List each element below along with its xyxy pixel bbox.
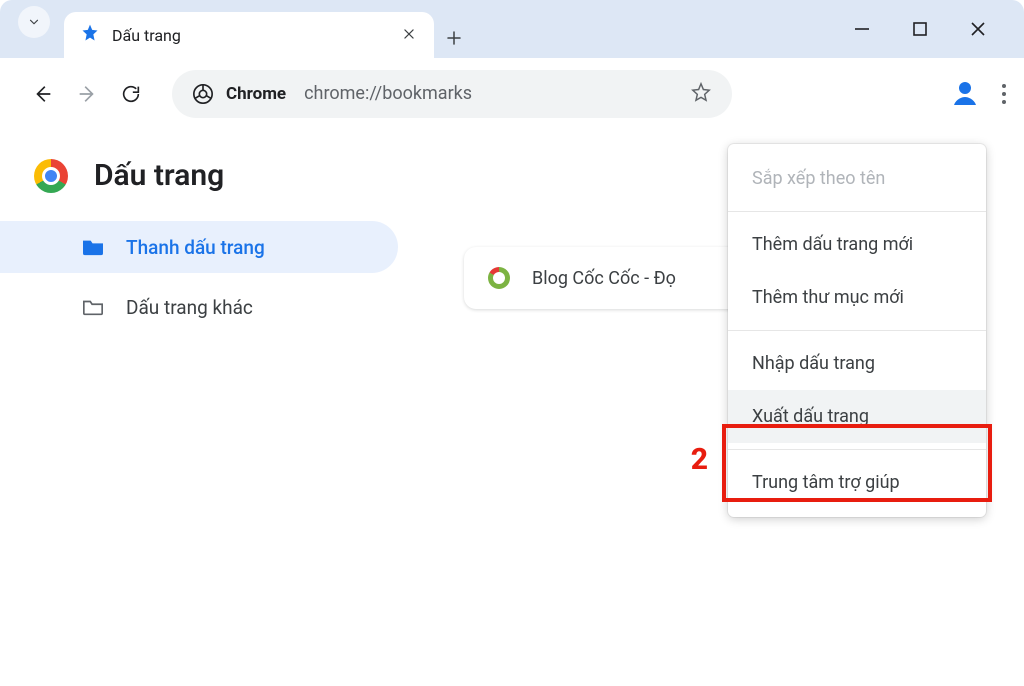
sidebar: Thanh dấu trang Dấu trang khác: [0, 217, 398, 333]
menu-import-bookmarks[interactable]: Nhập dấu trang: [728, 337, 986, 390]
chrome-menu-button[interactable]: [1002, 84, 1006, 104]
menu-help-center[interactable]: Trung tâm trợ giúp: [728, 456, 986, 509]
omnibox-source-label: Chrome: [226, 84, 286, 104]
back-button[interactable]: [26, 77, 60, 111]
menu-add-folder[interactable]: Thêm thư mục mới: [728, 271, 986, 324]
menu-divider: [728, 449, 986, 450]
arrow-left-icon: [32, 83, 54, 105]
avatar-icon: [950, 77, 980, 107]
new-tab-button[interactable]: [434, 18, 474, 58]
bookmark-star-icon: [80, 23, 100, 47]
sidebar-item-label: Thanh dấu trang: [126, 236, 265, 259]
coccoc-favicon-icon: [488, 267, 510, 289]
close-window-button[interactable]: [966, 17, 990, 41]
omnibox[interactable]: Chrome chrome://bookmarks: [172, 70, 732, 118]
menu-sort-by-name[interactable]: Sắp xếp theo tên: [728, 152, 986, 205]
menu-export-bookmarks[interactable]: Xuất dấu trang: [728, 390, 986, 443]
star-outline-icon: [690, 81, 712, 103]
close-icon: [970, 21, 986, 37]
minimize-icon: [853, 20, 871, 38]
sidebar-item-other-bookmarks[interactable]: Dấu trang khác: [0, 281, 398, 333]
browser-tab[interactable]: Dấu trang: [64, 12, 434, 58]
chrome-logo-icon: [34, 159, 68, 193]
maximize-button[interactable]: [908, 17, 932, 41]
bookmark-title: Blog Cốc Cốc - Đọ: [532, 268, 676, 289]
tab-title: Dấu trang: [112, 26, 181, 45]
minimize-button[interactable]: [850, 17, 874, 41]
chrome-mono-icon: [192, 83, 214, 105]
forward-button[interactable]: [70, 77, 104, 111]
window-controls: [850, 0, 1016, 58]
reload-button[interactable]: [114, 77, 148, 111]
titlebar: Dấu trang: [0, 0, 1024, 58]
arrow-right-icon: [76, 83, 98, 105]
menu-divider: [728, 330, 986, 331]
sidebar-item-bookmarks-bar[interactable]: Thanh dấu trang: [0, 221, 398, 273]
bookmark-page-button[interactable]: [690, 81, 712, 107]
omnibox-url: chrome://bookmarks: [304, 83, 472, 104]
tabs-dropdown-button[interactable]: [18, 6, 50, 38]
sidebar-item-label: Dấu trang khác: [126, 296, 253, 319]
tab-close-button[interactable]: [398, 25, 420, 46]
chevron-down-icon: [27, 15, 41, 29]
maximize-icon: [913, 22, 927, 36]
toolbar: Chrome chrome://bookmarks: [0, 58, 1024, 130]
page-title: Dấu trang: [94, 158, 224, 193]
context-menu: Sắp xếp theo tên Thêm dấu trang mới Thêm…: [728, 144, 986, 517]
reload-icon: [120, 83, 142, 105]
menu-add-bookmark[interactable]: Thêm dấu trang mới: [728, 218, 986, 271]
plus-icon: [445, 29, 463, 47]
page-content: Dấu trang Thanh dấu trang Dấu trang khác…: [0, 130, 1024, 686]
profile-button[interactable]: [950, 77, 980, 111]
annotation-number-2: 2: [691, 442, 708, 477]
menu-divider: [728, 211, 986, 212]
folder-icon: [82, 238, 104, 256]
close-icon: [402, 27, 416, 41]
folder-outline-icon: [82, 298, 104, 316]
